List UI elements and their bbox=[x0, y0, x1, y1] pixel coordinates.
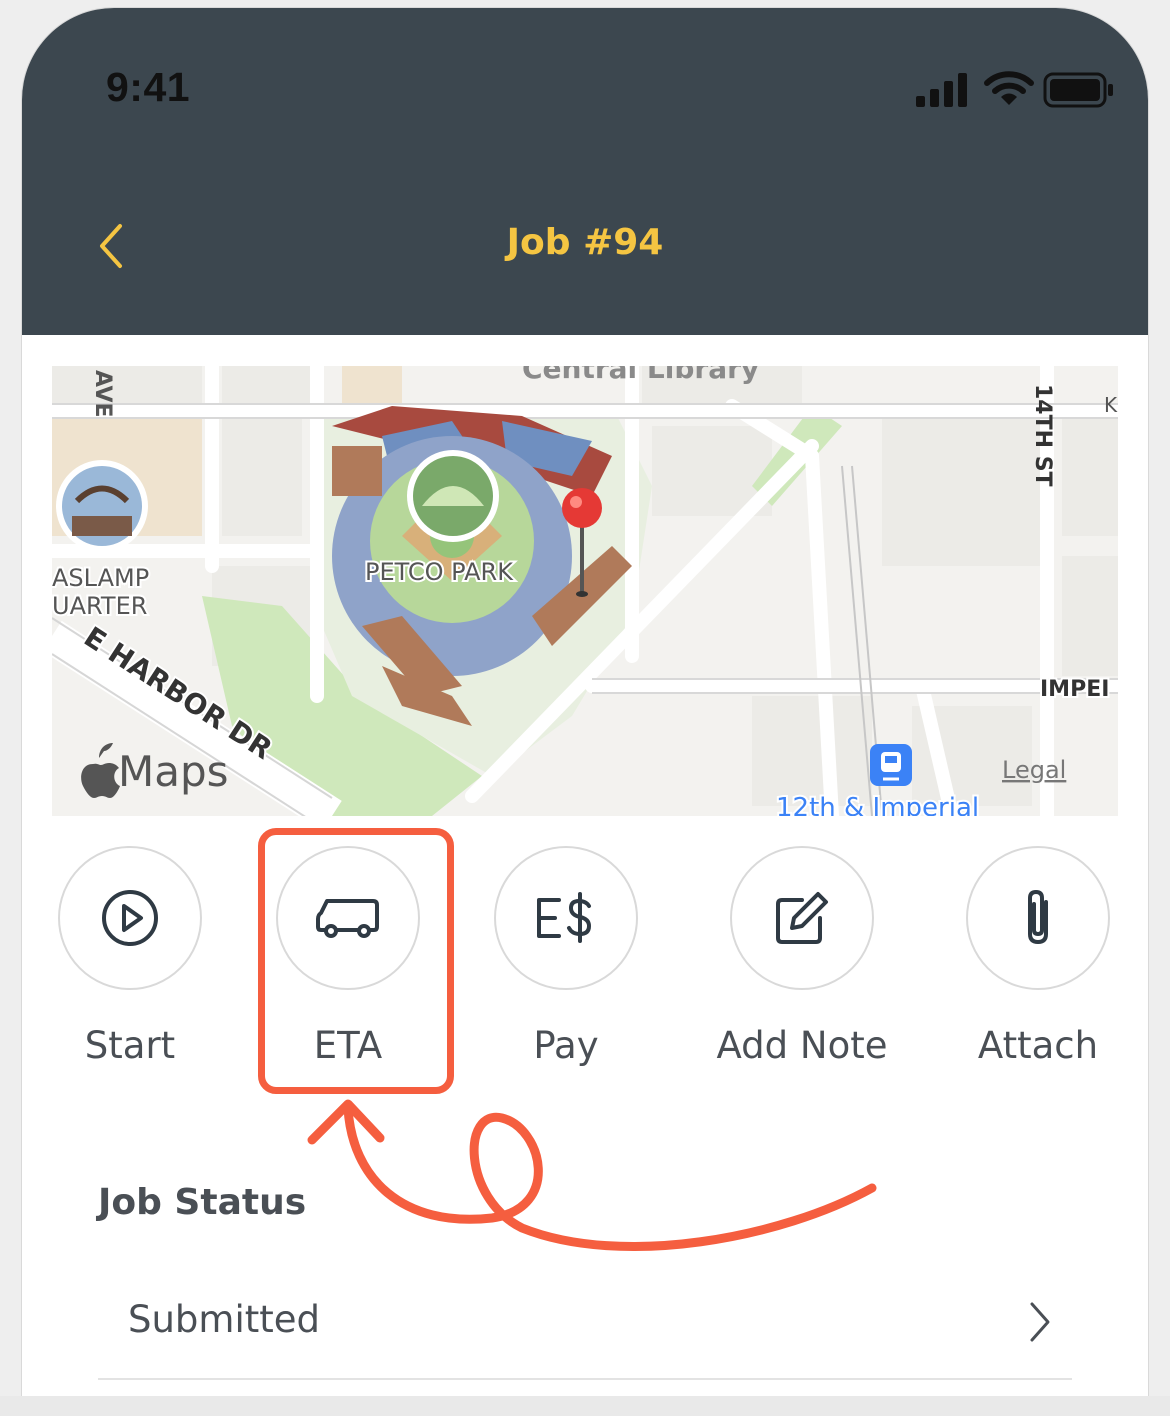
map-label-district-2: UARTER bbox=[52, 592, 147, 620]
map-label-stadium: PETCO PARK bbox=[365, 558, 514, 586]
start-action[interactable]: Start bbox=[22, 846, 250, 1076]
play-circle-icon bbox=[102, 890, 158, 946]
chevron-right-icon bbox=[1030, 1302, 1050, 1342]
map-label-station: 12th & Imperial bbox=[776, 793, 979, 816]
map-view[interactable]: Central Library AVE K PETCO PARK ASLAMP … bbox=[52, 366, 1118, 816]
map-label-ave: AVE bbox=[90, 370, 115, 418]
map-label-top: Central Library bbox=[522, 366, 759, 385]
paperclip-icon bbox=[1028, 889, 1048, 945]
job-status-row[interactable]: Submitted bbox=[98, 1278, 1072, 1380]
attach-action[interactable]: Attach bbox=[918, 846, 1148, 1076]
apple-maps-logo: Maps bbox=[118, 747, 229, 796]
bottom-divider bbox=[0, 1396, 1170, 1416]
job-status-value: Submitted bbox=[128, 1298, 321, 1341]
map-label-k: K bbox=[1104, 393, 1118, 417]
add-note-label: Add Note bbox=[716, 1024, 888, 1067]
cellular-signal-icon bbox=[916, 73, 967, 107]
pay-icon bbox=[537, 892, 592, 943]
job-actions: Start ETA Pay Add Note Attach bbox=[22, 846, 1148, 1076]
add-note-button[interactable] bbox=[730, 846, 874, 990]
start-button[interactable] bbox=[58, 846, 202, 990]
wifi-icon bbox=[984, 71, 1034, 105]
start-label: Start bbox=[84, 1024, 176, 1067]
edit-note-icon bbox=[776, 892, 828, 944]
phone-frame: 9:41 Job #94 Central Library AVE K PETCO… bbox=[22, 8, 1148, 1408]
map-label-street-right: 14TH ST bbox=[1030, 384, 1055, 487]
map-label-imperial: IMPEI bbox=[1040, 677, 1109, 702]
pay-button[interactable] bbox=[494, 846, 638, 990]
pay-label: Pay bbox=[533, 1024, 599, 1067]
attach-button[interactable] bbox=[966, 846, 1110, 990]
pay-action[interactable]: Pay bbox=[446, 846, 686, 1076]
attach-label: Attach bbox=[977, 1024, 1099, 1067]
eta-highlight-annotation bbox=[258, 828, 454, 1094]
page-title: Job #94 bbox=[506, 222, 664, 263]
status-time: 9:41 bbox=[106, 64, 191, 110]
map-canvas: Central Library AVE K PETCO PARK ASLAMP … bbox=[52, 366, 1118, 816]
add-note-action[interactable]: Add Note bbox=[682, 846, 922, 1076]
app-header: 9:41 Job #94 bbox=[22, 8, 1148, 335]
map-label-district-1: ASLAMP bbox=[52, 564, 149, 592]
battery-icon bbox=[1043, 72, 1113, 108]
map-legal-link: Legal bbox=[1002, 756, 1066, 784]
job-status-heading: Job Status bbox=[98, 1182, 307, 1223]
